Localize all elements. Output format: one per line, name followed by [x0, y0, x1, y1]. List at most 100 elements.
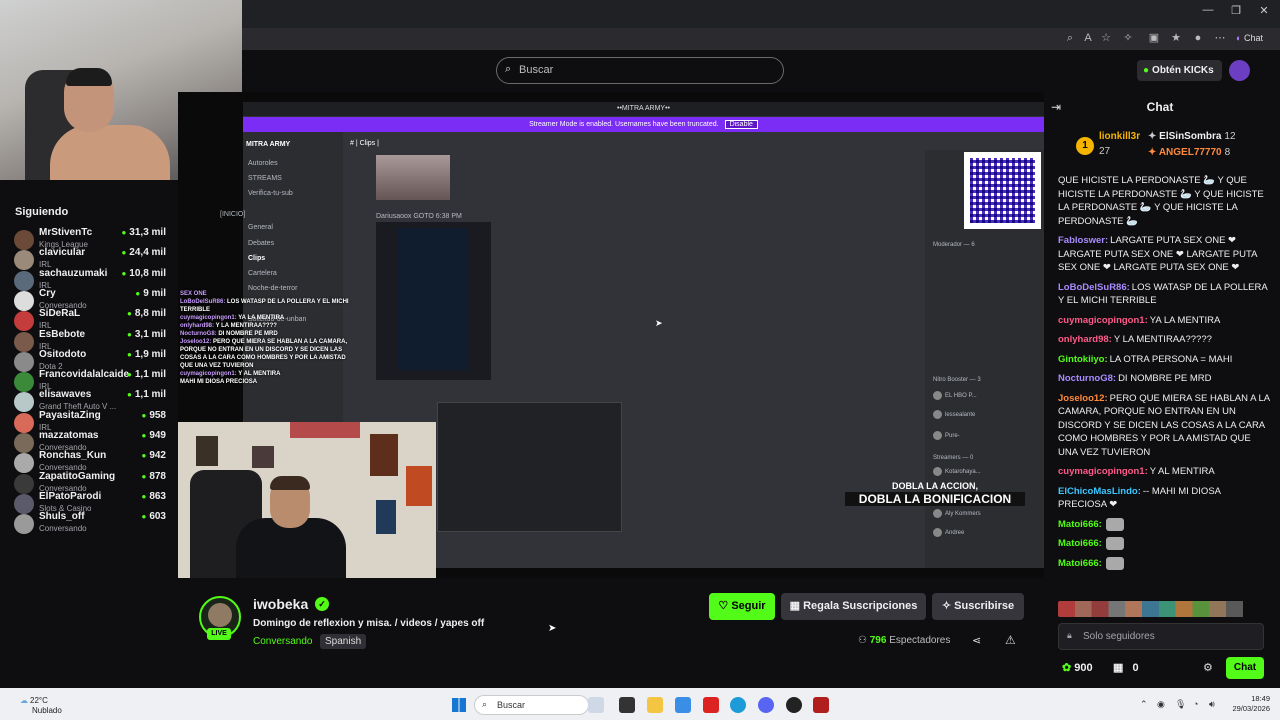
favorite-star-icon[interactable]: ☆: [1098, 30, 1114, 46]
chat-username[interactable]: LoBoDelSuR86:: [1058, 282, 1130, 293]
chat-username[interactable]: cuymagicopingon1:: [1058, 466, 1148, 477]
chat-username[interactable]: cuymagicopingon1:: [1058, 315, 1148, 326]
favorites-icon[interactable]: ★: [1168, 30, 1184, 46]
top-gifter[interactable]: lionkill3r: [1099, 131, 1140, 142]
webcam-person-body: [50, 125, 170, 180]
chat-send-button[interactable]: Chat: [1226, 657, 1264, 679]
close-window-icon[interactable]: ✕: [1254, 4, 1274, 20]
search-icon: ⌕: [505, 63, 512, 75]
chat-username[interactable]: onlyhard98:: [1058, 334, 1112, 345]
weather-widget[interactable]: ☁ 22°C: [20, 696, 48, 705]
read-aloud-icon[interactable]: A: [1080, 30, 1096, 46]
extensions-icon[interactable]: ✧: [1120, 30, 1136, 46]
viewers-icon: ⚇: [858, 635, 867, 646]
user-avatar[interactable]: [1229, 60, 1250, 81]
taskbar-app-icon[interactable]: [703, 697, 719, 713]
discord-channel: Cartelera: [248, 270, 277, 277]
edge-browser-icon[interactable]: [730, 697, 746, 713]
profile-avatar-icon[interactable]: ●: [1190, 30, 1206, 46]
streamer-name[interactable]: iwobeka: [253, 596, 308, 612]
overlay-chat-line: onlyhard98: Y LA MENTIRAA????: [180, 322, 355, 330]
overlay-chat-text: DI NOMBRE PE MRD: [218, 331, 278, 337]
member-group-label: Moderador — 6: [933, 242, 975, 248]
taskbar-search[interactable]: Buscar: [474, 695, 589, 715]
overlay-chat-user: cuymagicopingon1:: [180, 371, 237, 377]
chat-username[interactable]: Gintokiiyo:: [1058, 354, 1108, 365]
split-screen-icon[interactable]: ▣: [1146, 30, 1162, 46]
gifts-counter[interactable]: ▦ 0: [1113, 661, 1139, 674]
top-gifter[interactable]: ✦ ANGEL77770 8: [1148, 147, 1230, 158]
system-clock[interactable]: 18:49 29/03/2026: [1216, 694, 1270, 714]
chat-username[interactable]: Fabloswer:: [1058, 235, 1108, 246]
chat-settings-icon[interactable]: ⚙: [1203, 661, 1213, 674]
channel-name: clavicular: [39, 247, 86, 259]
discord-channel: Debates: [248, 240, 275, 247]
volume-icon[interactable]: 🔊︎: [1209, 699, 1215, 710]
file-explorer-icon[interactable]: [647, 697, 663, 713]
task-view-icon[interactable]: [619, 697, 635, 713]
search-input[interactable]: ⌕ Buscar: [496, 57, 784, 84]
channel-avatar: [14, 514, 34, 535]
taskbar-app-icon[interactable]: [786, 697, 802, 713]
channel-name: Ronchas_Kun: [39, 450, 107, 462]
chat-username[interactable]: Matoi666:: [1058, 558, 1102, 569]
chat-text: LA OTRA PERSONA = MAHI: [1109, 353, 1233, 365]
tray-app-icon[interactable]: ◉: [1157, 699, 1165, 710]
windows-start-icon[interactable]: [452, 698, 466, 712]
nested-stream-screenshot: [437, 402, 622, 532]
chat-username[interactable]: Matoi666:: [1058, 519, 1102, 530]
chat-input[interactable]: Solo seguidores: [1058, 623, 1264, 650]
overlay-chat-user: onlyhard98:: [180, 323, 215, 329]
overlay-chat-line: cuymagicopingon1: Y AL MENTIRA: [180, 370, 355, 378]
discord-channel: [INICIO]: [220, 211, 246, 218]
top-gifter[interactable]: ✦ ElSinSombra 12: [1148, 131, 1236, 142]
emote-bar[interactable]: [1058, 601, 1268, 617]
member-item: EL HBO P...: [933, 391, 977, 400]
chat-username[interactable]: ElChicoMasLindo:: [1058, 486, 1141, 497]
webcam-shelf: [290, 422, 360, 438]
get-kicks-button[interactable]: ● Obtén KICKs: [1137, 60, 1222, 81]
channel-viewers: 949: [141, 430, 166, 441]
follow-button[interactable]: ♡ Seguir: [709, 593, 775, 620]
webcam-person-hair: [66, 68, 112, 86]
zoom-icon[interactable]: ⌕: [1062, 30, 1078, 46]
microphone-icon[interactable]: 🎙︎: [1175, 699, 1186, 710]
overlay-chat-text: Y AL MENTIRA: [238, 371, 281, 377]
follow-label: Seguir: [731, 600, 766, 612]
member-avatar: [933, 528, 942, 537]
taskbar-app-icon[interactable]: [813, 697, 829, 713]
chat-text: QUE HICISTE LA PERDONASTE 🦢 Y QUE HICIST…: [1058, 175, 1264, 227]
maximize-icon[interactable]: ❐: [1226, 4, 1246, 20]
windows-taskbar: [0, 688, 1280, 720]
sidebar-channel[interactable]: Shuls_offConversando 603: [14, 511, 174, 541]
taskbar-app-icon[interactable]: [675, 697, 691, 713]
language-tag[interactable]: Spanish: [320, 634, 367, 649]
tray-chevron-icon[interactable]: ⌃: [1140, 699, 1148, 710]
channel-viewers: 1,9 mil: [127, 349, 166, 360]
cat-emote-icon: [1106, 517, 1125, 531]
discord-icon[interactable]: [758, 697, 774, 713]
member-avatar: [933, 467, 942, 476]
gift-subs-button[interactable]: ▦ Regala Suscripciones: [781, 593, 926, 620]
chat-username[interactable]: Matoi666:: [1058, 538, 1102, 549]
channel-points[interactable]: ✿ 900: [1062, 661, 1093, 674]
subscribe-button[interactable]: ✧ Suscribirse: [932, 593, 1024, 620]
more-menu-icon[interactable]: ⋯: [1212, 30, 1228, 46]
stream-category[interactable]: Conversando: [253, 636, 312, 647]
collapse-chat-icon[interactable]: ⇥: [1051, 100, 1061, 114]
copilot-chat-button[interactable]: ◐ Chat: [1236, 29, 1276, 47]
channel-viewers: 603: [141, 511, 166, 522]
channel-name: mazzatomas: [39, 430, 99, 441]
report-icon[interactable]: ⚠: [1005, 633, 1016, 647]
chat-username[interactable]: Joseloo12:: [1058, 393, 1108, 404]
network-icon[interactable]: ◔: [1193, 699, 1198, 709]
subscribe-label: Suscribirse: [954, 600, 1015, 612]
channel-viewers: 863: [141, 491, 166, 502]
minimize-icon[interactable]: —: [1198, 4, 1218, 20]
webcam-wall-poster: [406, 466, 432, 506]
share-icon[interactable]: ⋖: [972, 634, 981, 647]
taskbar-app-icon[interactable]: [588, 697, 604, 713]
channel-viewers: 1,1 mil: [127, 369, 166, 380]
chat-username[interactable]: NocturnoG8:: [1058, 373, 1116, 384]
kicks-coin-icon: ●: [1143, 65, 1150, 76]
